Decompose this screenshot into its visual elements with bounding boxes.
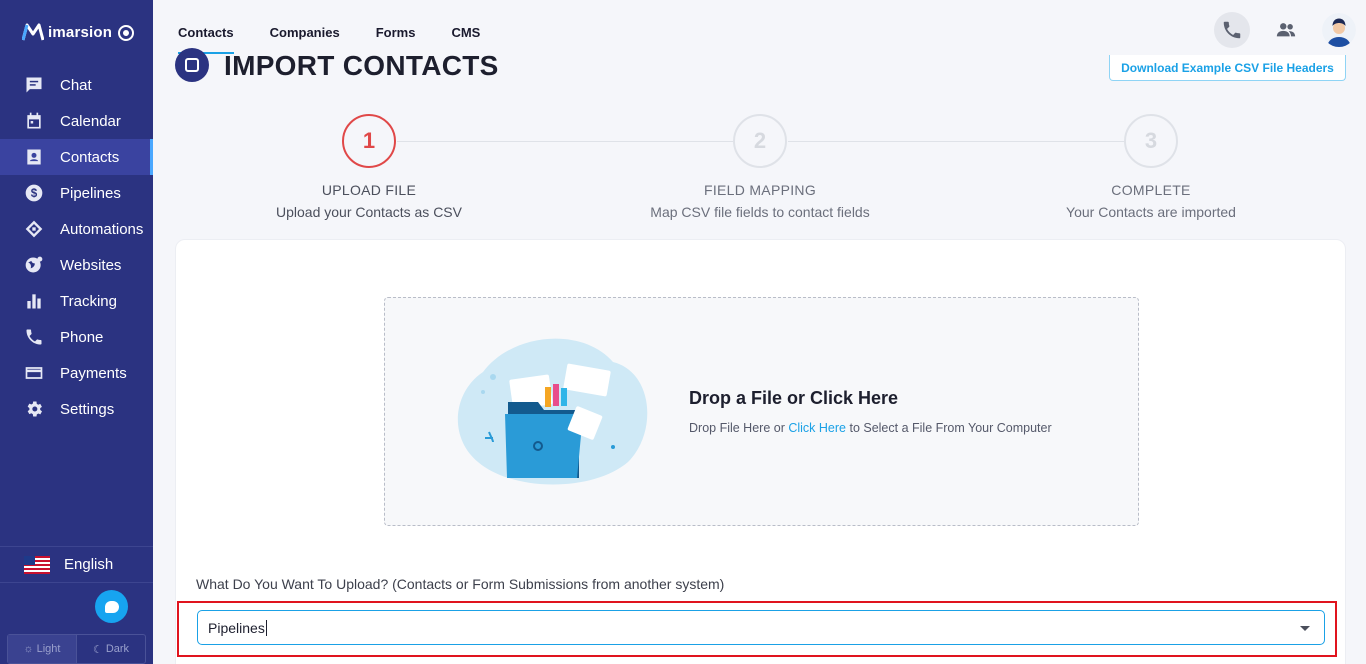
sidebar-item-label: Phone: [60, 328, 104, 346]
page-title: IMPORT CONTACTS: [224, 50, 499, 81]
chevron-down-icon[interactable]: [1300, 626, 1310, 631]
click-here-link[interactable]: Click Here: [788, 421, 846, 435]
globe-icon: [24, 255, 44, 275]
sun-icon: ☼: [23, 643, 34, 655]
chat-icon: [24, 75, 44, 95]
folder-upload-illustration: [457, 338, 648, 485]
step-subtitle: Upload your Contacts as CSV: [276, 204, 462, 220]
sidebar-item-label: Chat: [60, 76, 92, 94]
step-field-mapping: 2 FIELD MAPPING Map CSV file fields to c…: [630, 114, 890, 220]
theme-dark-button[interactable]: ☾ Dark: [76, 635, 145, 663]
sidebar-item-label: Contacts: [60, 148, 120, 166]
step-title: COMPLETE: [1111, 182, 1191, 198]
logo-icon: [22, 23, 44, 41]
file-dropzone[interactable]: Drop a File or Click Here Drop File Here…: [384, 297, 1139, 526]
sidebar-item-calendar[interactable]: Calendar: [0, 103, 153, 139]
step-number: 2: [733, 114, 787, 168]
sidebar-item-chat[interactable]: Chat: [0, 67, 153, 103]
phone-icon: [1223, 21, 1241, 39]
sidebar-toggle-icon[interactable]: [118, 25, 134, 41]
theme-switch: ☼ Light ☾ Dark: [7, 634, 146, 664]
step-number: 1: [342, 114, 396, 168]
brand-name: imarsion: [48, 23, 113, 41]
sidebar-item-label: Settings: [60, 400, 115, 418]
sidebar-item-phone[interactable]: Phone: [0, 319, 153, 355]
sidebar-nav: Chat Calendar Contacts $ Pipelines Autom…: [0, 67, 153, 427]
sidebar-item-label: Websites: [60, 256, 122, 274]
chat-widget-button[interactable]: [95, 590, 128, 623]
page-contacts-icon: [175, 48, 209, 82]
upload-type-select[interactable]: Pipelines: [197, 610, 1325, 645]
calendar-icon: [24, 111, 44, 131]
dropzone-description: Drop File Here or Click Here to Select a…: [689, 421, 1052, 435]
dropzone-title: Drop a File or Click Here: [689, 388, 899, 408]
step-complete: 3 COMPLETE Your Contacts are imported: [1021, 114, 1281, 220]
dollar-icon: $: [24, 183, 44, 203]
theme-dark-label: Dark: [105, 643, 130, 655]
text-cursor: [265, 619, 267, 636]
automation-icon: [24, 219, 44, 239]
tab-contacts[interactable]: Contacts: [178, 0, 234, 54]
user-avatar[interactable]: [1322, 13, 1356, 47]
step-upload-file: 1 UPLOAD FILE Upload your Contacts as CS…: [239, 114, 499, 220]
sidebar-item-payments[interactable]: Payments: [0, 355, 153, 391]
theme-light-button[interactable]: ☼ Light: [8, 635, 76, 663]
step-number: 3: [1124, 114, 1178, 168]
us-flag-icon: [24, 555, 50, 574]
sidebar-item-label: Automations: [60, 220, 144, 238]
sidebar-item-label: Payments: [60, 364, 127, 382]
sidebar-item-websites[interactable]: Websites: [0, 247, 153, 283]
tab-cms[interactable]: CMS: [451, 0, 480, 52]
phone-icon: [24, 327, 44, 347]
credit-card-icon: [24, 363, 44, 383]
svg-text:$: $: [31, 187, 38, 200]
moon-icon: ☾: [92, 643, 103, 656]
topbar: Contacts Companies Forms CMS: [153, 0, 1366, 54]
chat-bubble-icon: [104, 600, 119, 613]
top-actions: [1214, 12, 1356, 48]
upload-type-label: What Do You Want To Upload? (Contacts or…: [196, 576, 725, 592]
sidebar-item-label: Calendar: [60, 112, 121, 130]
step-subtitle: Map CSV file fields to contact fields: [650, 204, 870, 220]
tab-forms[interactable]: Forms: [376, 0, 416, 52]
gear-icon: [24, 399, 44, 419]
sidebar-item-contacts[interactable]: Contacts: [0, 139, 153, 175]
step-title: UPLOAD FILE: [321, 182, 417, 198]
upload-type-value: Pipelines: [208, 619, 265, 636]
sidebar-item-label: Pipelines: [60, 184, 121, 202]
dropzone-desc-text: to Select a File From Your Computer: [846, 421, 1052, 435]
users-icon: [1276, 23, 1296, 37]
dropzone-desc-text: Drop File Here or: [689, 421, 789, 435]
theme-light-label: Light: [36, 643, 61, 655]
phone-call-button[interactable]: [1214, 12, 1250, 48]
step-subtitle: Your Contacts are imported: [1066, 204, 1236, 220]
avatar-icon: [1322, 13, 1356, 47]
sidebar: imarsion Chat Calendar Contacts $ Pipeli…: [0, 0, 153, 664]
tab-companies[interactable]: Companies: [270, 0, 340, 52]
sidebar-item-tracking[interactable]: Tracking: [0, 283, 153, 319]
sidebar-item-label: Tracking: [60, 292, 117, 310]
sidebar-item-settings[interactable]: Settings: [0, 391, 153, 427]
sidebar-item-pipelines[interactable]: $ Pipelines: [0, 175, 153, 211]
download-csv-headers-button[interactable]: Download Example CSV File Headers: [1109, 55, 1346, 81]
step-title: FIELD MAPPING: [703, 182, 817, 198]
language-selector[interactable]: English: [0, 546, 153, 583]
bar-chart-icon: [24, 291, 44, 311]
top-tabs: Contacts Companies Forms CMS: [178, 0, 480, 54]
sidebar-item-automations[interactable]: Automations: [0, 211, 153, 247]
contacts-icon: [24, 147, 44, 167]
team-button[interactable]: [1268, 12, 1304, 48]
language-label: English: [64, 556, 114, 573]
brand[interactable]: imarsion: [22, 22, 112, 42]
